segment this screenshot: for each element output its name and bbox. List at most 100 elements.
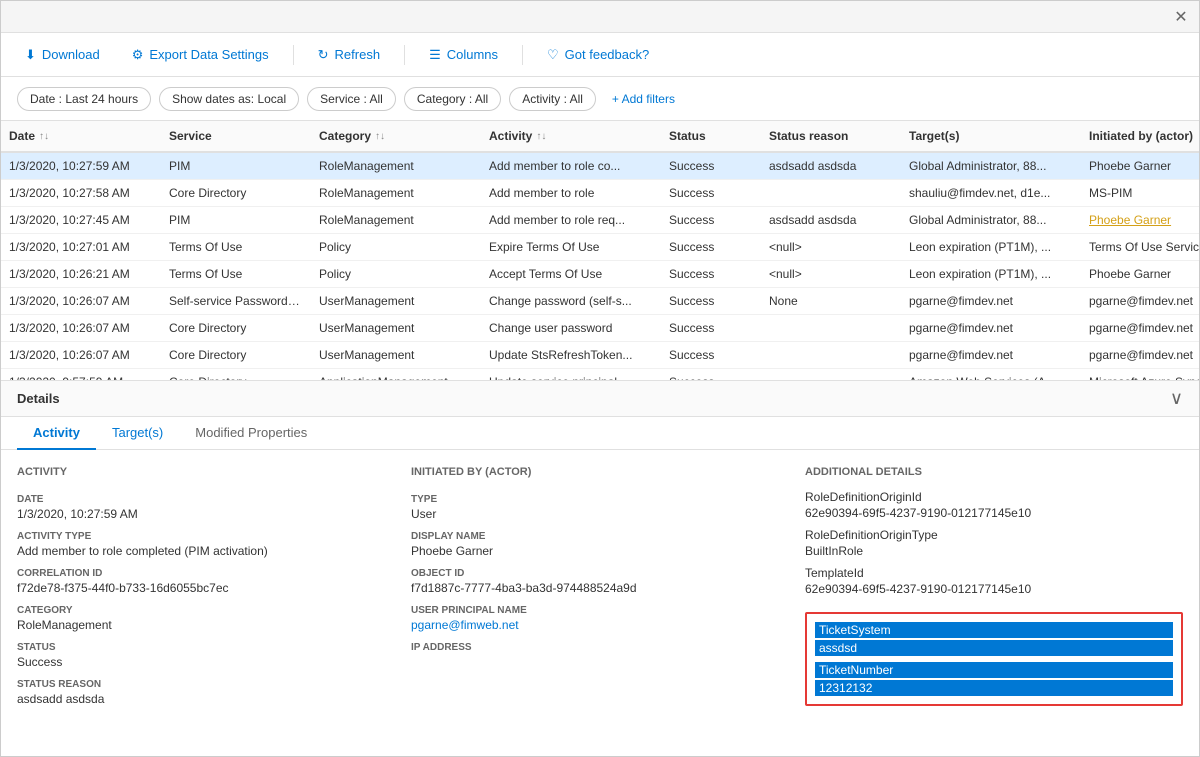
- feedback-button[interactable]: ♡ Got feedback?: [539, 43, 657, 67]
- table-header: Date ↑↓ Service Category ↑↓ Activity ↑↓ …: [1, 121, 1199, 153]
- details-body: ACTIVITY DATE 1/3/2020, 10:27:59 AM ACTI…: [1, 450, 1199, 756]
- collapse-button[interactable]: ∨: [1170, 388, 1183, 409]
- upn-value[interactable]: pgarne@fimweb.net: [411, 618, 789, 632]
- tab-activity[interactable]: Activity: [17, 417, 96, 450]
- col-activity: Activity ↑↓: [481, 121, 661, 151]
- table-row[interactable]: 1/3/2020, 10:26:21 AMTerms Of UsePolicyA…: [1, 261, 1199, 288]
- table-row[interactable]: 1/3/2020, 10:27:58 AMCore DirectoryRoleM…: [1, 180, 1199, 207]
- highlighted-fields: TicketSystem assdsd TicketNumber 1231213…: [805, 612, 1183, 706]
- table-cell: 1/3/2020, 10:27:58 AM: [1, 180, 161, 206]
- table-row[interactable]: 1/3/2020, 10:26:07 AMCore DirectoryUserM…: [1, 342, 1199, 369]
- table-cell: Leon expiration (PT1M), ...: [901, 234, 1081, 260]
- object-id-value: f7d1887c-7777-4ba3-ba3d-974488524a9d: [411, 581, 789, 595]
- table-cell: PIM: [161, 207, 311, 233]
- additional-column: ADDITIONAL DETAILS RoleDefinitionOriginI…: [805, 466, 1183, 740]
- table-cell: None: [761, 288, 901, 314]
- status-reason-value: asdsadd asdsda: [17, 692, 395, 706]
- download-icon: ⬇: [25, 47, 36, 63]
- table-cell: Add member to role co...: [481, 153, 661, 179]
- category-row: CATEGORY RoleManagement: [17, 605, 395, 632]
- show-dates-filter[interactable]: Show dates as: Local: [159, 87, 299, 111]
- type-label: TYPE: [411, 494, 789, 505]
- table-cell: Accept Terms Of Use: [481, 261, 661, 287]
- activity-type-label: ACTIVITY TYPE: [17, 531, 395, 542]
- table-cell: [761, 315, 901, 341]
- table-cell: Success: [661, 261, 761, 287]
- table-cell: <null>: [761, 261, 901, 287]
- status-row: STATUS Success: [17, 642, 395, 669]
- table-cell: Leon expiration (PT1M), ...: [901, 261, 1081, 287]
- col-targets: Target(s): [901, 121, 1081, 151]
- table-row[interactable]: 1/3/2020, 10:26:07 AMCore DirectoryUserM…: [1, 315, 1199, 342]
- date-label: DATE: [17, 494, 395, 505]
- table-cell: Terms Of Use Service: [1081, 234, 1199, 260]
- category-filter[interactable]: Category : All: [404, 87, 501, 111]
- sort-icon-activity: ↑↓: [536, 131, 546, 142]
- table-cell: Global Administrator, 88...: [901, 153, 1081, 179]
- table-row[interactable]: 1/3/2020, 10:27:59 AMPIMRoleManagementAd…: [1, 153, 1199, 180]
- table-row[interactable]: 1/3/2020, 9:57:59 AMCore DirectoryApplic…: [1, 369, 1199, 380]
- role-def-origin-id-field: RoleDefinitionOriginId 62e90394-69f5-423…: [805, 490, 1183, 520]
- table-cell: RoleManagement: [311, 153, 481, 179]
- status-label: STATUS: [17, 642, 395, 653]
- table-cell: Success: [661, 315, 761, 341]
- correlation-id-row: CORRELATION ID f72de78-f375-44f0-b733-16…: [17, 568, 395, 595]
- filters-bar: Date : Last 24 hours Show dates as: Loca…: [1, 77, 1199, 121]
- export-button[interactable]: ⚙ Export Data Settings: [124, 43, 277, 67]
- initiated-by-column: INITIATED BY (ACTOR) TYPE User DISPLAY N…: [411, 466, 789, 740]
- upn-row: USER PRINCIPAL NAME pgarne@fimweb.net: [411, 605, 789, 632]
- main-window: ✕ ⬇ Download ⚙ Export Data Settings ↻ Re…: [0, 0, 1200, 757]
- details-title: Details: [17, 391, 60, 406]
- table-cell: RoleManagement: [311, 180, 481, 206]
- columns-button[interactable]: ☰ Columns: [421, 43, 506, 67]
- table-body: 1/3/2020, 10:27:59 AMPIMRoleManagementAd…: [1, 153, 1199, 380]
- col-category: Category ↑↓: [311, 121, 481, 151]
- template-id-field: TemplateId 62e90394-69f5-4237-9190-01217…: [805, 566, 1183, 596]
- table-cell: MS-PIM: [1081, 180, 1199, 206]
- sort-icon-category: ↑↓: [375, 131, 385, 142]
- close-button[interactable]: ✕: [1171, 7, 1191, 27]
- table-cell: asdsadd asdsda: [761, 207, 901, 233]
- table-cell: pgarne@fimdev.net: [901, 342, 1081, 368]
- table-cell: pgarne@fimdev.net: [1081, 315, 1199, 341]
- refresh-button[interactable]: ↻ Refresh: [310, 43, 388, 67]
- sort-icon-date: ↑↓: [39, 131, 49, 142]
- table-cell: 1/3/2020, 10:26:21 AM: [1, 261, 161, 287]
- table-cell: Success: [661, 207, 761, 233]
- table-cell: <null>: [761, 234, 901, 260]
- service-filter[interactable]: Service : All: [307, 87, 396, 111]
- heart-icon: ♡: [547, 47, 559, 63]
- tab-targets[interactable]: Target(s): [96, 417, 179, 450]
- table-cell: Microsoft Azure SyncFab...: [1081, 369, 1199, 380]
- ticket-number-label: TicketNumber: [815, 662, 1173, 678]
- table-cell: Self-service Password M...: [161, 288, 311, 314]
- col-status: Status: [661, 121, 761, 151]
- table-cell: Add member to role: [481, 180, 661, 206]
- add-filter-button[interactable]: + Add filters: [604, 88, 683, 110]
- table-cell: Change user password: [481, 315, 661, 341]
- ip-label: IP ADDRESS: [411, 642, 789, 653]
- table-cell: 1/3/2020, 9:57:59 AM: [1, 369, 161, 380]
- download-button[interactable]: ⬇ Download: [17, 43, 108, 67]
- table-row[interactable]: 1/3/2020, 10:27:01 AMTerms Of UsePolicyE…: [1, 234, 1199, 261]
- table-cell: PIM: [161, 153, 311, 179]
- table-cell: Policy: [311, 234, 481, 260]
- table-cell: Global Administrator, 88...: [901, 207, 1081, 233]
- table-cell: Success: [661, 369, 761, 380]
- table-row[interactable]: 1/3/2020, 10:27:45 AMPIMRoleManagementAd…: [1, 207, 1199, 234]
- export-icon: ⚙: [132, 47, 144, 63]
- table-cell: Terms Of Use: [161, 261, 311, 287]
- toolbar: ⬇ Download ⚙ Export Data Settings ↻ Refr…: [1, 33, 1199, 77]
- table-row[interactable]: 1/3/2020, 10:26:07 AMSelf-service Passwo…: [1, 288, 1199, 315]
- upn-label: USER PRINCIPAL NAME: [411, 605, 789, 616]
- role-def-origin-type-field: RoleDefinitionOriginType BuiltInRole: [805, 528, 1183, 558]
- table-cell: Success: [661, 342, 761, 368]
- tab-modified-properties[interactable]: Modified Properties: [179, 417, 323, 450]
- date-filter[interactable]: Date : Last 24 hours: [17, 87, 151, 111]
- activity-column: ACTIVITY DATE 1/3/2020, 10:27:59 AM ACTI…: [17, 466, 395, 740]
- table-cell: UserManagement: [311, 288, 481, 314]
- date-row: DATE 1/3/2020, 10:27:59 AM: [17, 494, 395, 521]
- activity-filter[interactable]: Activity : All: [509, 87, 596, 111]
- table-cell: 1/3/2020, 10:26:07 AM: [1, 288, 161, 314]
- table-cell: pgarne@fimdev.net: [1081, 288, 1199, 314]
